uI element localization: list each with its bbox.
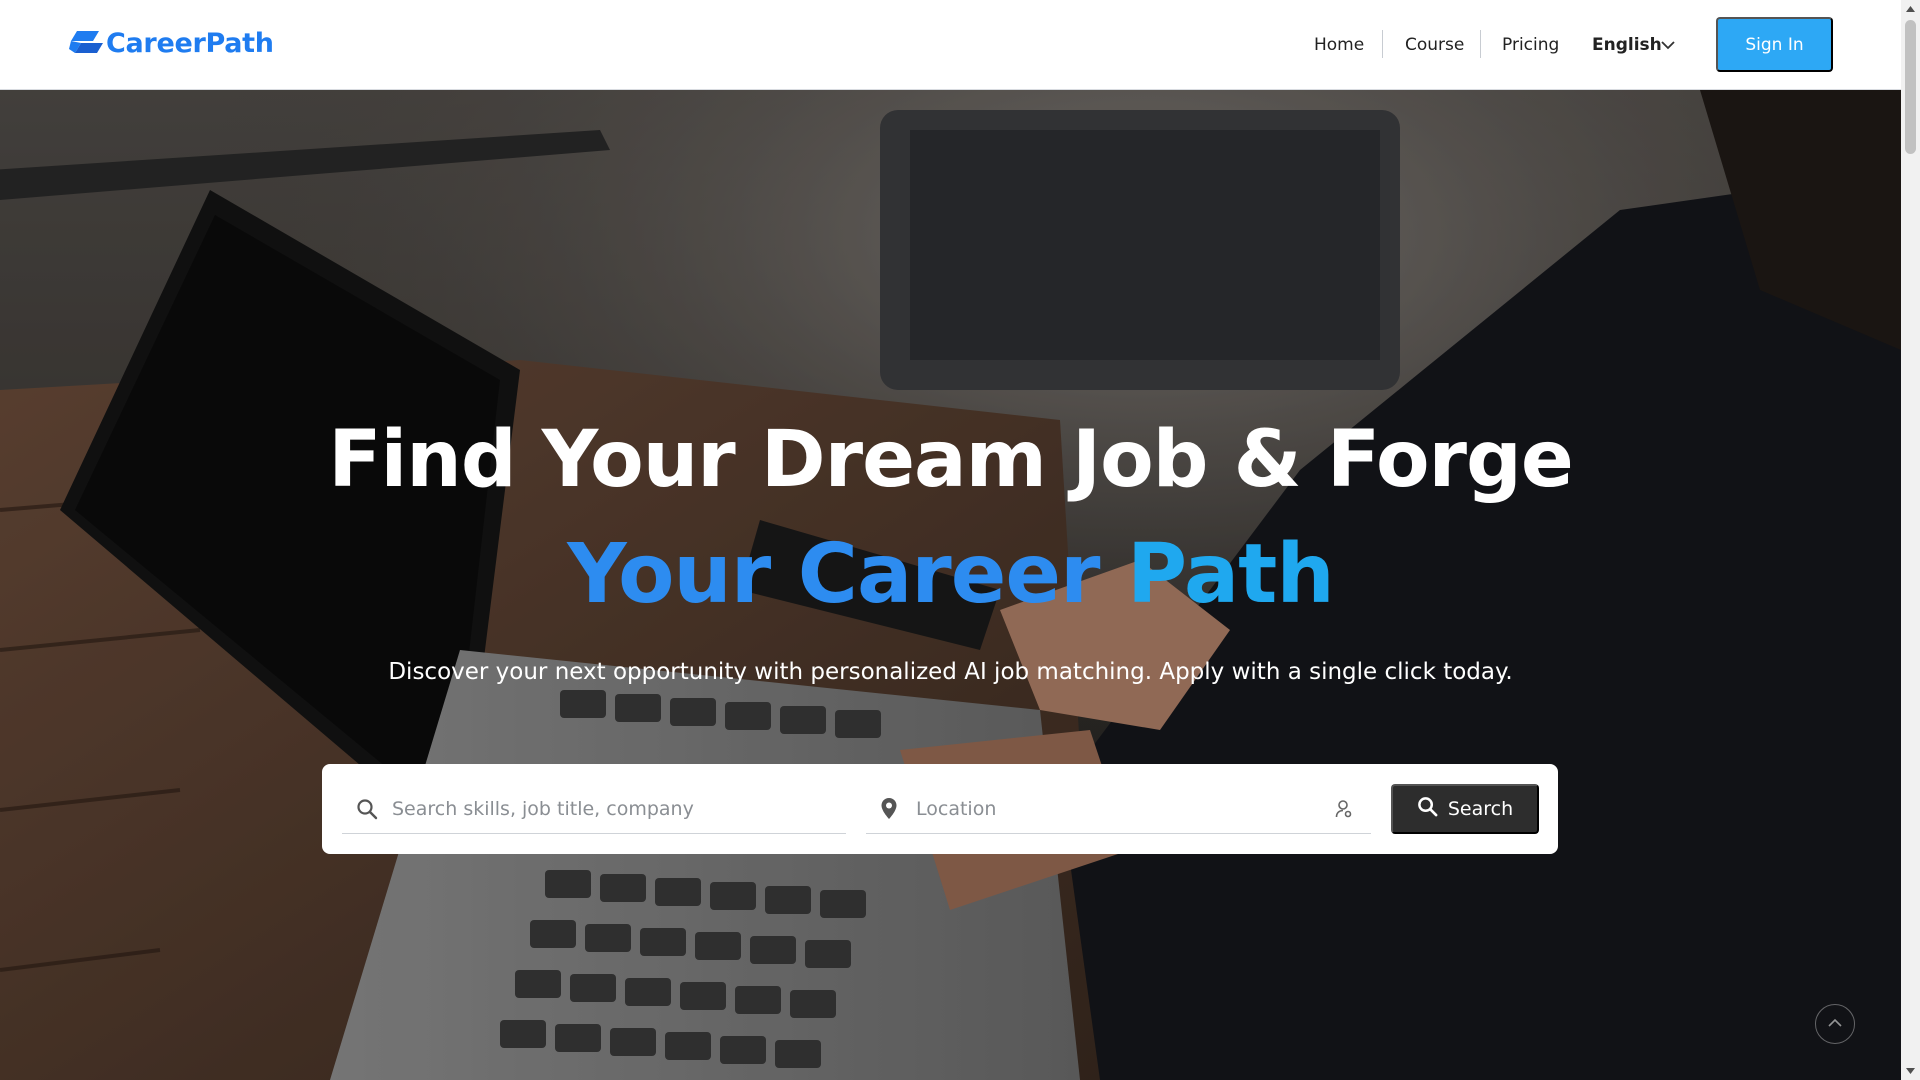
page-scrollbar[interactable] — [1901, 0, 1920, 1080]
location-field — [866, 784, 1371, 834]
location-input[interactable] — [916, 784, 1335, 833]
keyword-field — [342, 784, 846, 834]
keyword-input[interactable] — [392, 784, 846, 833]
search-button-label: Search — [1447, 798, 1514, 820]
nav-divider — [1480, 30, 1481, 58]
search-icon — [1417, 796, 1438, 822]
chevron-up-icon — [1828, 1015, 1842, 1033]
hero-headline-line-1: Find Your Dream Job & Forge — [328, 415, 1573, 505]
nav-pricing[interactable]: Pricing — [1502, 35, 1559, 55]
job-search-form: Search — [322, 764, 1558, 854]
hero-subtitle: Discover your next opportunity with pers… — [388, 659, 1513, 685]
headline-highlight-1: Your Career — [567, 527, 1100, 622]
back-to-top-button[interactable] — [1815, 1004, 1855, 1044]
chevron-down-icon[interactable] — [1661, 37, 1675, 55]
search-button[interactable]: Search — [1391, 784, 1539, 834]
brand-logo[interactable]: CareerPath — [69, 28, 274, 59]
hero-section: Find Your Dream Job & Forge Your Career … — [0, 90, 1901, 1080]
scroll-up-arrow-icon[interactable] — [1901, 0, 1920, 18]
top-navbar: CareerPath Home Course Pricing English S… — [0, 0, 1901, 90]
nav-home[interactable]: Home — [1314, 35, 1364, 55]
nav-divider — [1382, 30, 1383, 58]
logo-mark-icon — [69, 30, 103, 53]
search-icon — [356, 798, 384, 820]
hero-headline-line-2: Your Career Path — [0, 527, 1901, 622]
user-location-icon[interactable] — [1335, 799, 1359, 819]
brand-name: CareerPath — [106, 28, 274, 59]
headline-highlight-2: Path — [1126, 527, 1335, 622]
map-pin-icon — [880, 797, 908, 821]
language-selector[interactable]: English — [1592, 35, 1662, 55]
nav-course[interactable]: Course — [1405, 35, 1464, 55]
sign-in-button[interactable]: Sign In — [1716, 17, 1833, 72]
scroll-down-arrow-icon[interactable] — [1901, 1062, 1920, 1080]
scrollbar-thumb[interactable] — [1905, 20, 1916, 154]
